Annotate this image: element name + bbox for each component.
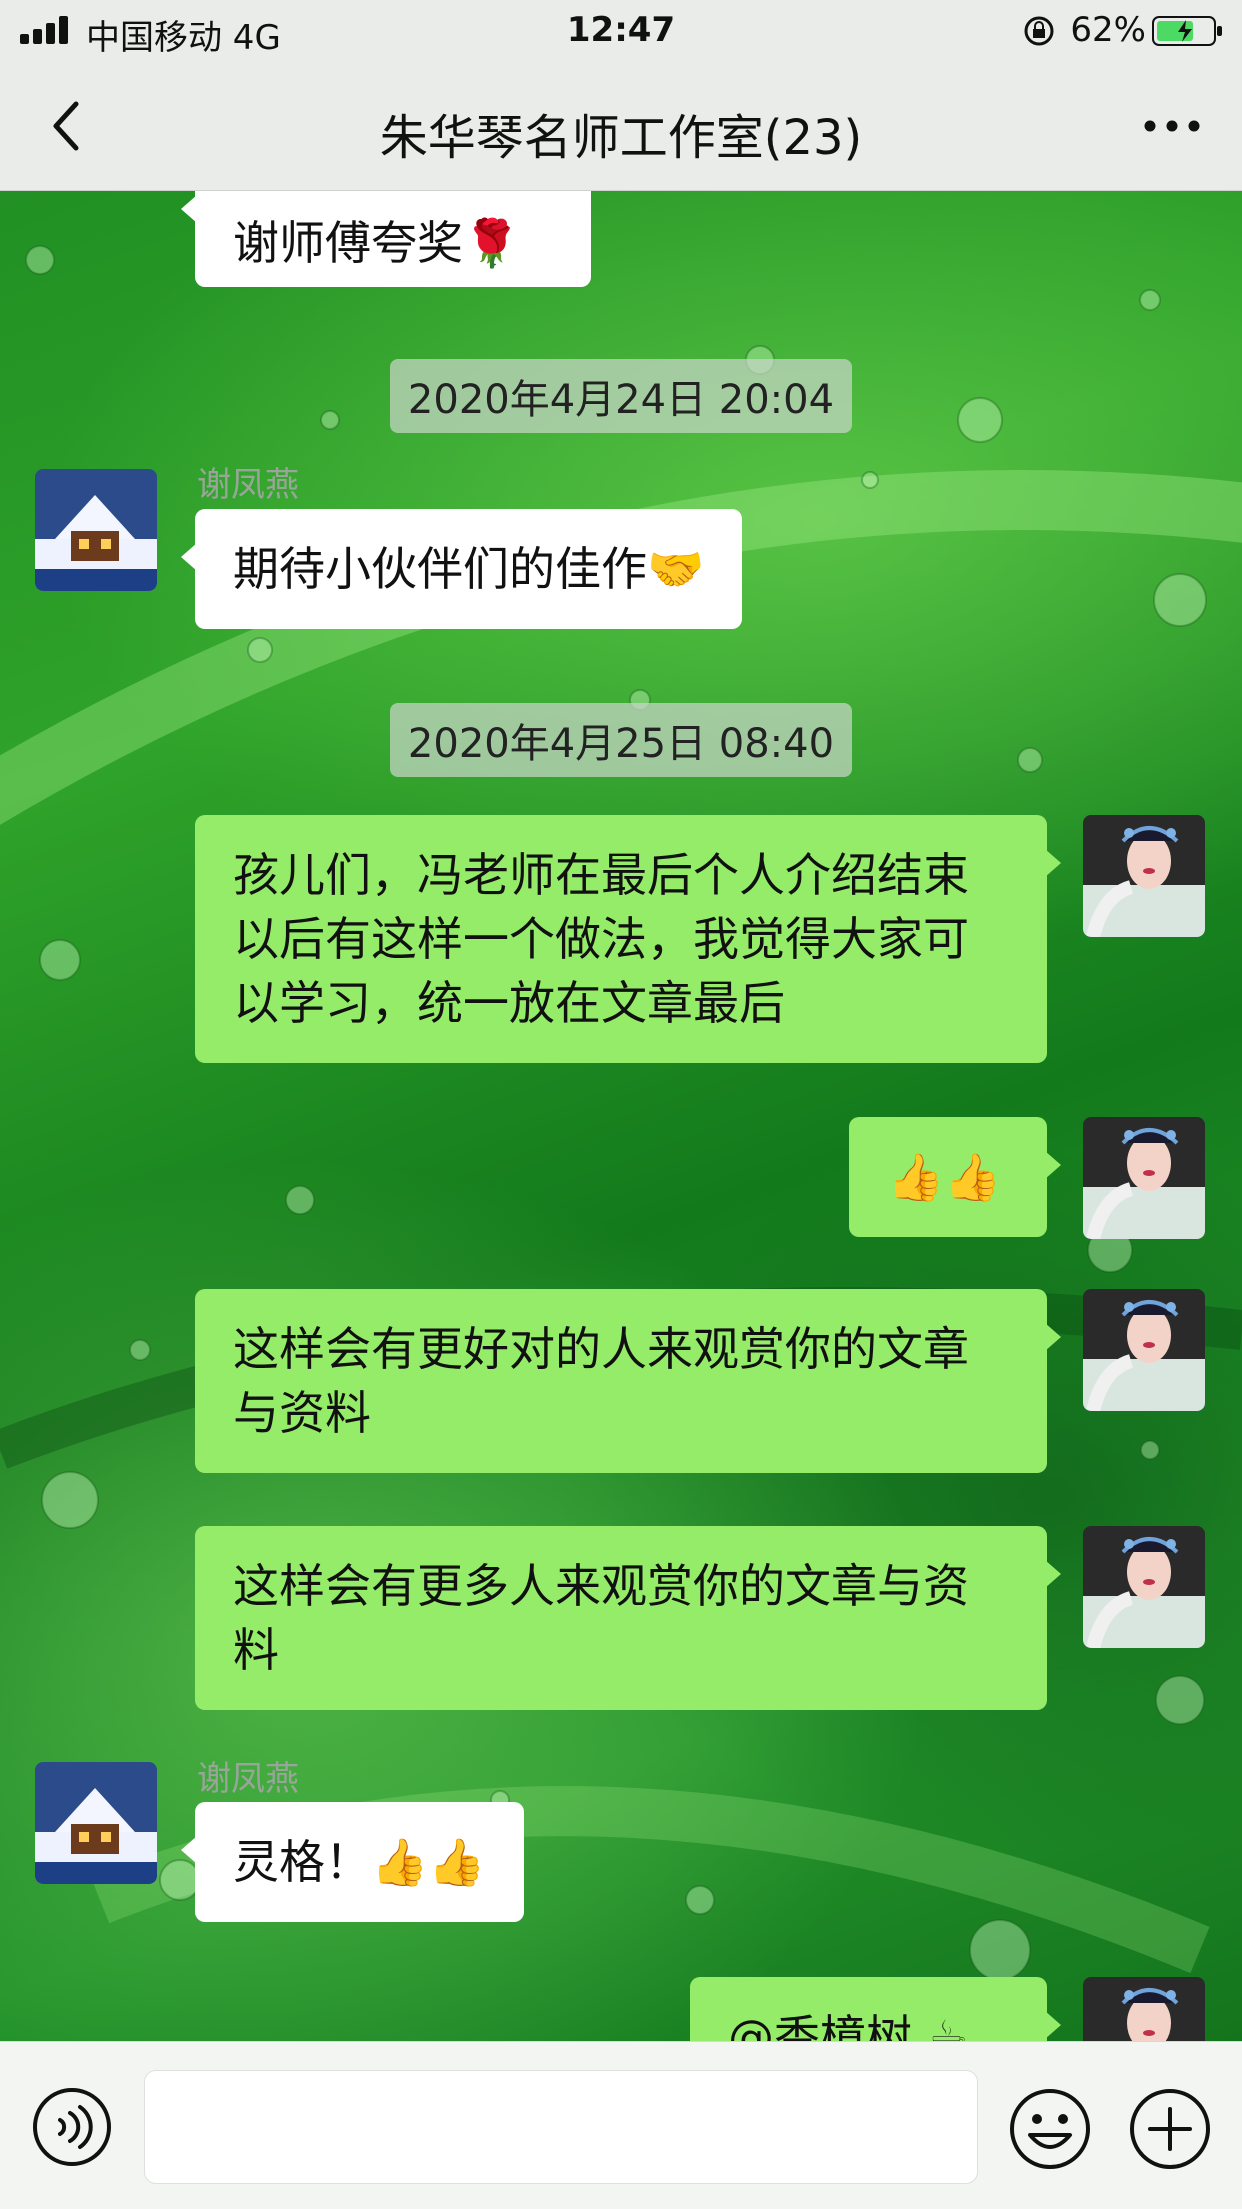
battery-icon [1152,16,1222,46]
avatar-self[interactable] [1083,1977,1205,2041]
chat-area[interactable]: 谢师傅夸奖🌹 2020年4月24日 20:04 谢凤燕 期待小伙伴们的佳作🤝 2… [0,191,1242,2041]
message-text: 谢师傅夸奖🌹 [233,216,521,270]
message-bubble[interactable]: @香樟树 ☕ [690,1977,1061,2041]
snow-cabin-avatar-icon [35,469,157,591]
more-dots-icon[interactable] [1142,116,1202,136]
message-bubble[interactable]: 这样会有更多人来观赏你的文章与资料 [195,1526,1061,1710]
chat-title: 朱华琴名师工作室(23) [379,110,863,166]
message-text: 期待小伙伴们的佳作🤝 [233,542,705,596]
timestamp-label: 2020年4月25日 08:40 [0,703,1242,777]
opera-portrait-avatar-icon [1083,1289,1205,1411]
message-text: 这样会有更多人来观赏你的文章与资料 [233,1559,969,1677]
smiley-icon[interactable] [1008,2087,1092,2171]
snow-cabin-avatar-icon [35,1762,157,1884]
message-bubble[interactable]: 谢师傅夸奖🌹 [181,191,591,287]
nav-bar: 朱华琴名师工作室(23) [0,62,1242,190]
plus-circle-icon[interactable] [1128,2087,1212,2171]
avatar-self[interactable] [1083,1526,1205,1648]
message-bubble[interactable]: 这样会有更好对的人来观赏你的文章与资料 [195,1289,1061,1473]
input-bar [0,2041,1242,2209]
timestamp-label: 2020年4月24日 20:04 [0,359,1242,433]
message-text: 孩儿们，冯老师在最后个人介绍结束以后有这样一个做法，我觉得大家可以学习，统一放在… [233,848,969,1030]
avatar-self[interactable] [1083,815,1205,937]
sender-name: 谢凤燕 [197,465,299,505]
message-bubble[interactable]: 灵格！👍👍 [181,1802,524,1922]
message-text: 这样会有更好对的人来观赏你的文章与资料 [233,1322,969,1440]
opera-portrait-avatar-icon [1083,1117,1205,1239]
avatar[interactable] [35,1762,157,1884]
sender-name: 谢凤燕 [197,1759,299,1799]
avatar[interactable] [35,469,157,591]
message-input[interactable] [144,2070,978,2184]
opera-portrait-avatar-icon [1083,1526,1205,1648]
timestamp-text: 2020年4月24日 20:04 [389,359,853,433]
rotation-lock-icon [1024,16,1054,46]
voice-icon[interactable] [32,2087,112,2167]
timestamp-text: 2020年4月25日 08:40 [389,703,853,777]
battery-percent: 62% [1070,10,1146,50]
message-bubble[interactable]: 期待小伙伴们的佳作🤝 [180,509,743,629]
avatar-self[interactable] [1083,1117,1205,1239]
message-bubble[interactable]: 👍👍 [849,1117,1061,1237]
avatar-self[interactable] [1083,1289,1205,1411]
status-bar: 中国移动 4G 12:47 62% [0,0,1242,62]
top-bar: 中国移动 4G 12:47 62% 朱华琴名师工作室(23) [0,0,1242,191]
message-text: 灵格！👍👍 [233,1835,486,1889]
opera-portrait-avatar-icon [1083,1977,1205,2041]
message-bubble[interactable]: 孩儿们，冯老师在最后个人介绍结束以后有这样一个做法，我觉得大家可以学习，统一放在… [195,815,1061,1063]
message-text: 👍👍 [887,1150,1002,1204]
message-text: @香樟树 ☕ [728,2010,968,2041]
opera-portrait-avatar-icon [1083,815,1205,937]
